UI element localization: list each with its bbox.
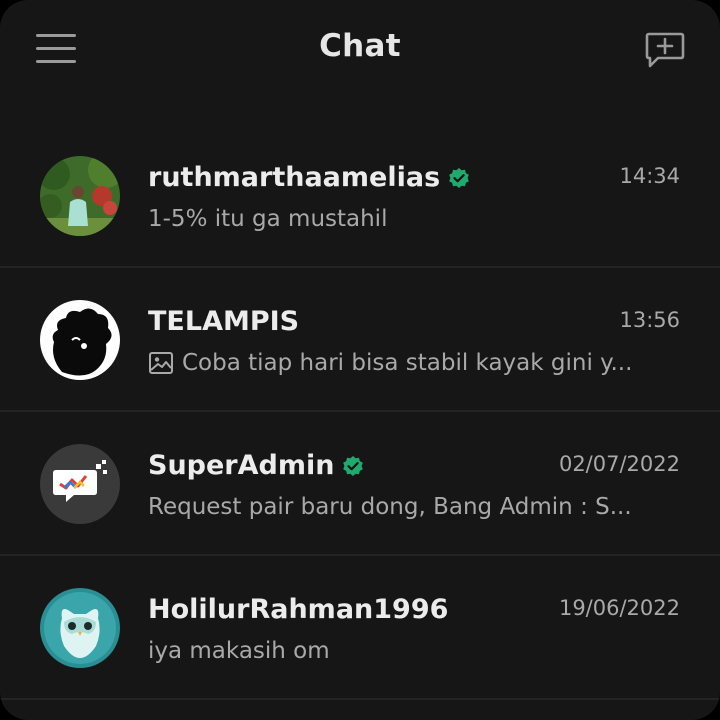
chat-screen: Chat ruthmarthaamelias 14:34 1-5% itu ga… [0, 0, 720, 720]
contact-name: HolilurRahman1996 [148, 594, 449, 625]
message-preview: 1-5% itu ga mustahil [148, 206, 388, 232]
avatar[interactable] [40, 156, 120, 236]
contact-name: ruthmarthaamelias [148, 162, 441, 193]
avatar[interactable] [40, 588, 120, 668]
message-preview: Coba tiap hari bisa stabil kayak gini y.… [182, 350, 633, 376]
preview-line: 1-5% itu ga mustahil [148, 206, 668, 232]
message-time: 13:56 [619, 308, 680, 332]
verified-badge-icon [448, 167, 470, 189]
chat-item-holilurrahman1996[interactable]: HolilurRahman1996 19/06/2022 iya makasih… [0, 556, 720, 700]
message-time: 19/06/2022 [558, 596, 680, 620]
preview-line: Coba tiap hari bisa stabil kayak gini y.… [148, 350, 668, 376]
preview-line: Request pair baru dong, Bang Admin : S..… [148, 494, 668, 520]
verified-badge-icon [342, 455, 364, 477]
header: Chat [0, 0, 720, 100]
avatar[interactable] [40, 300, 120, 380]
message-time: 14:34 [619, 164, 680, 188]
avatar[interactable] [40, 444, 120, 524]
contact-name: TELAMPIS [148, 306, 300, 337]
name-line: TELAMPIS [148, 306, 299, 337]
name-line: ruthmarthaamelias [148, 162, 470, 193]
name-line: HolilurRahman1996 [148, 594, 448, 625]
preview-line: iya makasih om [148, 638, 668, 664]
contact-name: SuperAdmin [148, 450, 335, 481]
page-title: Chat [319, 28, 401, 64]
message-preview: iya makasih om [148, 638, 330, 664]
new-message-icon[interactable] [644, 30, 686, 70]
chat-item-superadmin[interactable]: SuperAdmin 02/07/2022 Request pair baru … [0, 412, 720, 556]
image-icon [148, 351, 174, 375]
chat-item-telampis[interactable]: TELAMPIS 13:56 Coba tiap hari bisa stabi… [0, 268, 720, 412]
name-line: SuperAdmin [148, 450, 364, 481]
chat-list: ruthmarthaamelias 14:34 1-5% itu ga must… [0, 124, 720, 700]
chat-item-ruthmarthaamelias[interactable]: ruthmarthaamelias 14:34 1-5% itu ga must… [0, 124, 720, 268]
message-preview: Request pair baru dong, Bang Admin : S..… [148, 494, 632, 520]
message-time: 02/07/2022 [558, 452, 680, 476]
